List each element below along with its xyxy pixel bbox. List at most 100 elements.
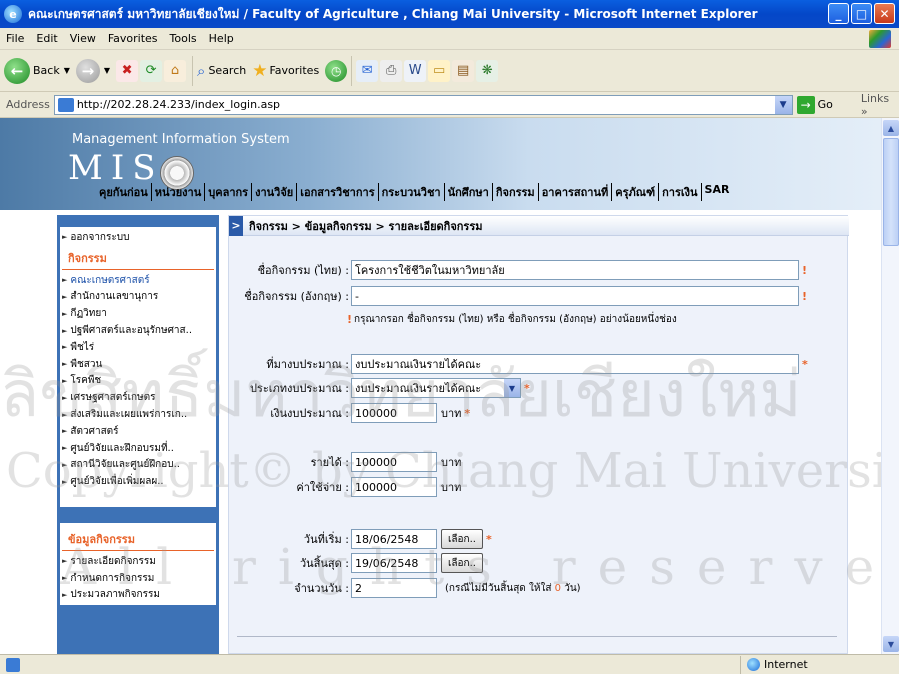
sidebar-item[interactable]: พืชไร่ [60, 339, 216, 356]
address-input[interactable]: http://202.28.24.233/index_login.asp ▼ [53, 94, 793, 115]
nav-courses[interactable]: กระบวนวิชา [377, 183, 444, 201]
sidebar-panel-activities: ออกจากระบบ กิจกรรม คณะเกษตรศาสตร์ สำนักง… [60, 227, 216, 507]
name-note: กรุณากรอก ชื่อกิจกรรม (ไทย) หรือ ชื่อกิจ… [354, 314, 677, 325]
sidebar-item-details[interactable]: รายละเอียดกิจกรรม [60, 553, 216, 570]
links-button[interactable]: Links » [861, 92, 899, 118]
home-icon[interactable]: ⌂ [164, 59, 187, 82]
budget-type-select[interactable]: งบประมาณเงินรายได้คณะ ▼ [351, 378, 521, 398]
name-en-input[interactable] [351, 286, 799, 306]
security-zone: Internet [740, 655, 808, 674]
nav-equipment[interactable]: ครุภัณฑ์ [611, 183, 658, 201]
status-bar: Internet [0, 654, 899, 674]
menu-file[interactable]: File [0, 32, 30, 45]
sidebar-panel-activity-info: ข้อมูลกิจกรรม รายละเอียดกิจกรรม กำหนดการ… [60, 523, 216, 605]
refresh-icon[interactable]: ⟳ [140, 59, 163, 82]
sidebar-item-logout[interactable]: ออกจากระบบ [60, 229, 216, 246]
nav-research[interactable]: งานวิจัย [251, 183, 296, 201]
address-dropdown-icon[interactable]: ▼ [774, 95, 792, 114]
folder-icon[interactable]: ▭ [428, 59, 451, 82]
menu-edit[interactable]: Edit [30, 32, 63, 45]
nav-intro[interactable]: คุยกันก่อน [96, 183, 151, 201]
required-mark: ! [802, 263, 808, 277]
menu-view[interactable]: View [64, 32, 102, 45]
toolbar: ← Back ▼ → ▼ ✖ ⟳ ⌂ ⌕ Search ★ Favorites ◷ ✉ ⎙… [0, 50, 899, 92]
scroll-up-icon[interactable]: ▲ [883, 120, 899, 136]
sidebar-item-faculty[interactable]: คณะเกษตรศาสตร์ [60, 272, 216, 289]
end-date-pick-button[interactable]: เลือก.. [441, 553, 483, 573]
go-arrow-icon: → [796, 95, 815, 114]
nav-units[interactable]: หน่วยงาน [150, 183, 204, 201]
nav-students[interactable]: นักศึกษา [443, 183, 492, 201]
menu-help[interactable]: Help [203, 32, 240, 45]
nav-documents[interactable]: เอกสารวิชาการ [296, 183, 377, 201]
days-input[interactable] [351, 578, 437, 598]
required-star: * [464, 406, 471, 420]
start-date-input[interactable] [351, 529, 437, 549]
sidebar-item[interactable]: กีฏวิทยา [60, 305, 216, 322]
sidebar-item[interactable]: ส่งเสริมและเผยแพร่การเก.. [60, 406, 216, 423]
sidebar-item[interactable]: สถานีวิจัยและศูนย์ฝึกอบ.. [60, 457, 216, 474]
nav-buildings[interactable]: อาคารสถานที่ [537, 183, 612, 201]
vertical-scrollbar[interactable]: ▲ ▼ [881, 118, 899, 654]
history-icon[interactable]: ◷ [325, 59, 348, 82]
sidebar-item-gallery[interactable]: ประมวลภาพกิจกรรม [60, 587, 216, 604]
page-viewport: Management Information System MIS คุยกัน… [0, 118, 881, 654]
sidebar-item[interactable]: พืชสวน [60, 356, 216, 373]
sidebar-item[interactable]: สัตวศาสตร์ [60, 423, 216, 440]
sidebar-heading-activities: กิจกรรม [62, 246, 214, 270]
site-logo: MIS [68, 148, 164, 188]
required-star: * [524, 381, 530, 395]
name-th-label: ชื่อกิจกรรม (ไทย) : [257, 264, 349, 277]
scroll-down-icon[interactable]: ▼ [883, 636, 899, 652]
nav-activities[interactable]: กิจกรรม [491, 183, 538, 201]
income-input[interactable] [351, 452, 437, 472]
nav-staff[interactable]: บุคลากร [204, 183, 251, 201]
days-note: (กรณีไม่มีวันสิ้นสุด ให้ใส่ 0 วัน) [445, 582, 581, 594]
forward-button[interactable]: → ▼ [75, 58, 110, 83]
stop-icon[interactable]: ✖ [116, 59, 139, 82]
sidebar-item-schedule[interactable]: กำหนดการกิจกรรม [60, 570, 216, 587]
name-en-label: ชื่อกิจกรรม (อังกฤษ) : [244, 290, 349, 303]
sidebar-item[interactable]: ศูนย์วิจัยและฝึกอบรมที่.. [60, 440, 216, 457]
sidebar-item[interactable]: สำนักงานเลขานุการ [60, 289, 216, 306]
menu-tools[interactable]: Tools [164, 32, 203, 45]
sidebar-heading-activity-info: ข้อมูลกิจกรรม [62, 527, 214, 551]
sidebar-item[interactable]: เศรษฐศาสตร์เกษตร [60, 389, 216, 406]
sidebar-item[interactable]: ศูนย์วิจัยเพื่อเพิ่มผลผ.. [60, 473, 216, 490]
mail-icon[interactable]: ✉ [356, 59, 379, 82]
search-button[interactable]: ⌕ Search [197, 62, 246, 80]
scroll-thumb[interactable] [883, 138, 899, 246]
required-star: * [485, 532, 492, 546]
research-icon[interactable]: ▤ [452, 59, 475, 82]
maximize-button[interactable]: □ [851, 3, 872, 24]
minimize-button[interactable]: _ [828, 3, 849, 24]
days-label: จำนวนวัน : [294, 582, 349, 595]
page-icon [57, 97, 74, 112]
chevron-down-icon: ▼ [504, 379, 520, 397]
close-button[interactable]: ✕ [874, 3, 895, 24]
star-icon: ★ [252, 60, 268, 81]
globe-icon [747, 658, 760, 671]
favorites-button[interactable]: ★ Favorites [252, 61, 319, 81]
messenger-icon[interactable]: ❋ [476, 59, 499, 82]
end-date-input[interactable] [351, 553, 437, 573]
budget-amount-input[interactable] [351, 403, 437, 423]
edit-icon[interactable]: W [404, 59, 427, 82]
print-icon[interactable]: ⎙ [380, 59, 403, 82]
back-button[interactable]: ← Back ▼ [4, 57, 70, 84]
page-status-icon [6, 657, 20, 672]
name-th-input[interactable] [351, 260, 799, 280]
nav-sar[interactable]: SAR [700, 183, 733, 201]
go-button[interactable]: → Go [796, 95, 833, 114]
nav-finance[interactable]: การเงิน [658, 183, 700, 201]
expense-input[interactable] [351, 477, 437, 497]
budget-source-input[interactable] [351, 354, 799, 374]
budget-type-label: ประเภทงบประมาณ : [249, 382, 349, 395]
menu-bar: File Edit View Favorites Tools Help [0, 28, 899, 50]
start-date-pick-button[interactable]: เลือก.. [441, 529, 483, 549]
chevron-right-icon: > [229, 215, 243, 236]
menu-favorites[interactable]: Favorites [102, 32, 164, 45]
sidebar-item[interactable]: โรคพืช [60, 373, 216, 390]
sidebar-item[interactable]: ปฐพีศาสตร์และอนุรักษศาส.. [60, 322, 216, 339]
address-bar: Address http://202.28.24.233/index_login… [0, 92, 899, 118]
